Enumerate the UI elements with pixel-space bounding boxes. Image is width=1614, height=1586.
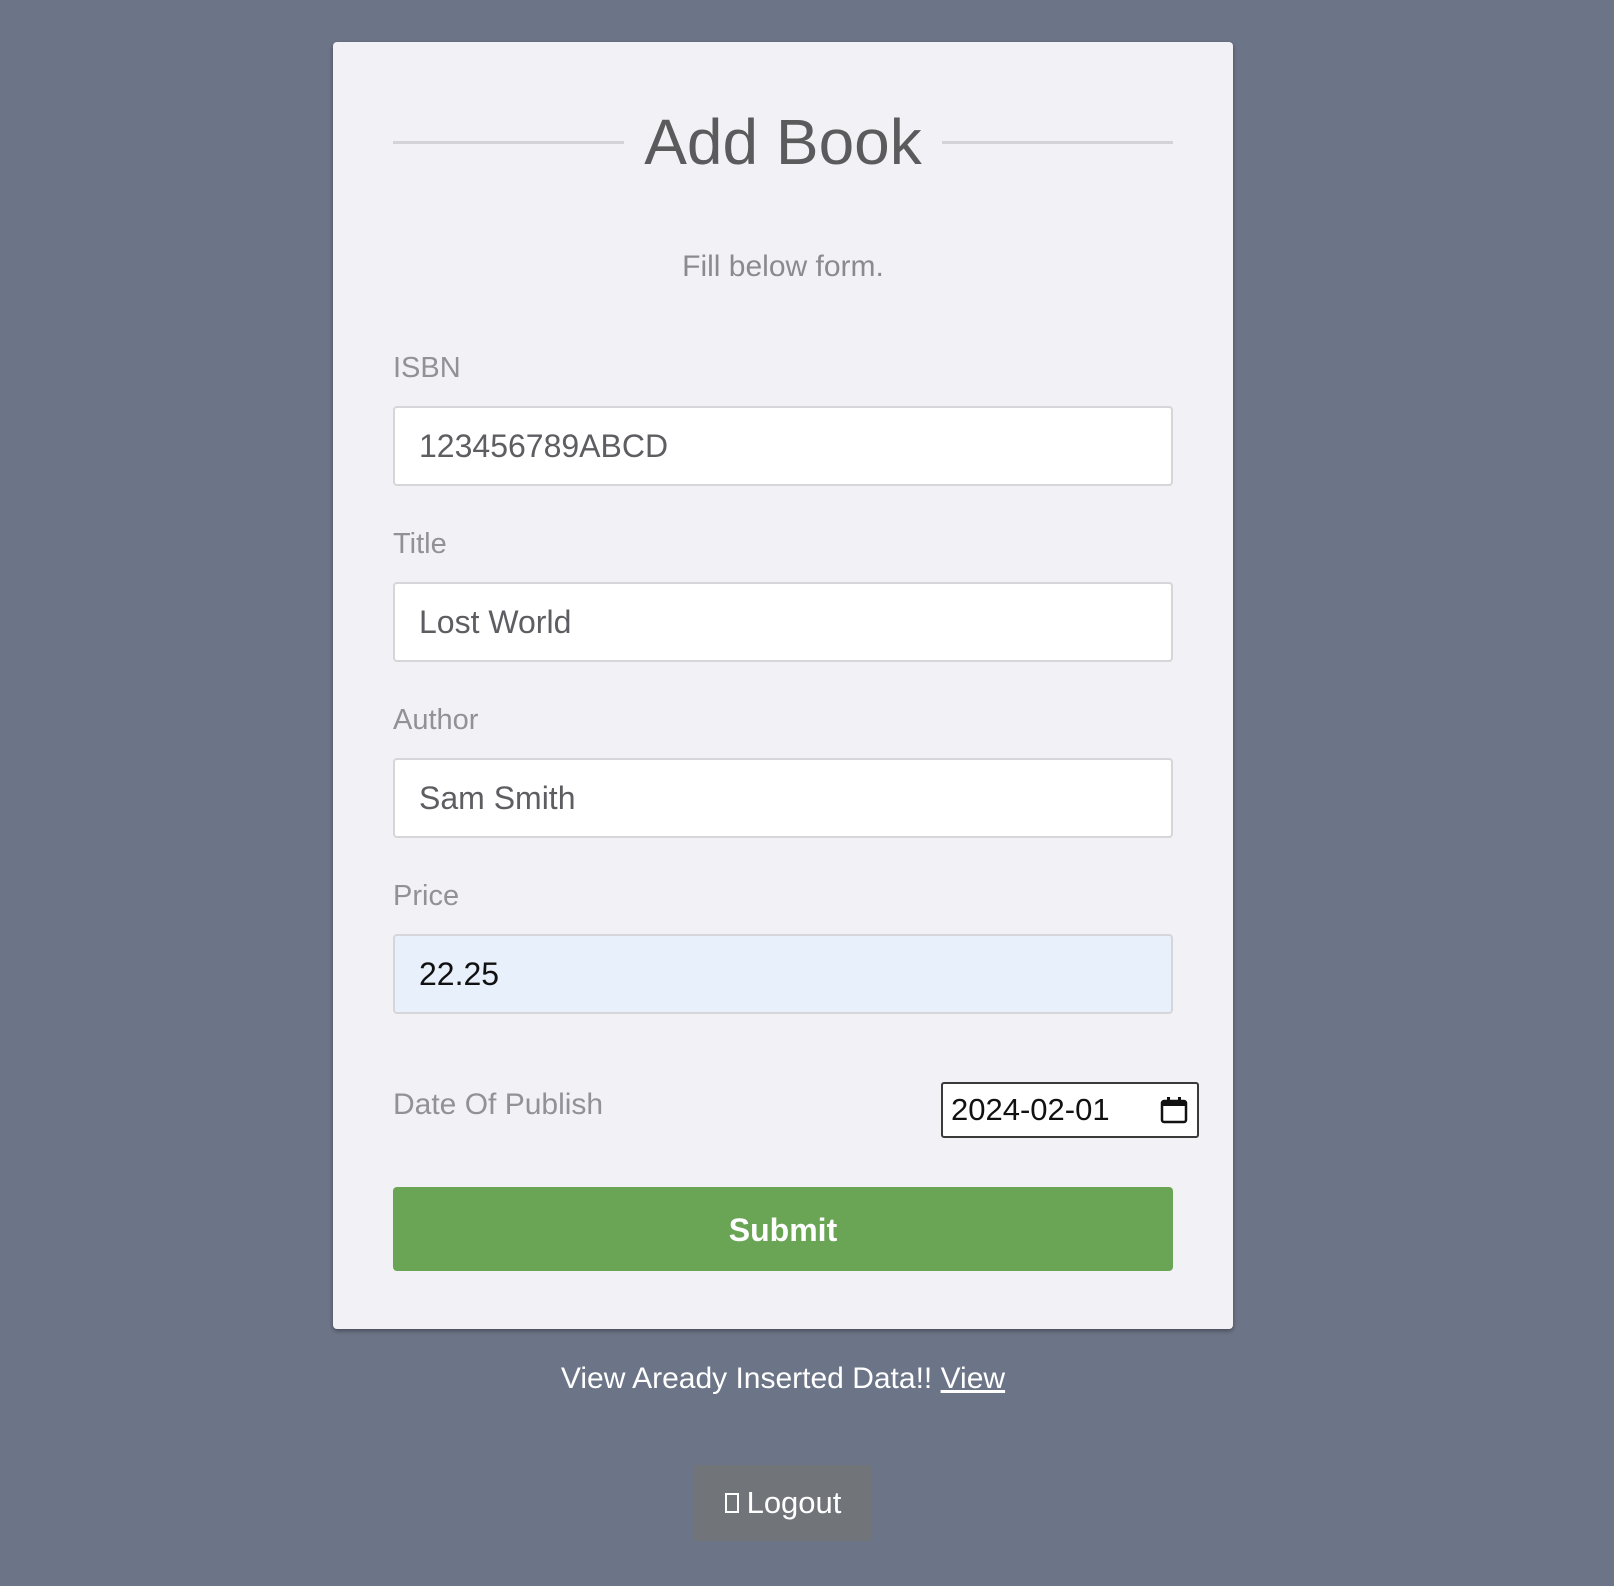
logout-button[interactable]: Logout <box>694 1465 872 1541</box>
price-input[interactable] <box>393 934 1173 1014</box>
date-of-publish-input[interactable]: 2024-02-01 <box>941 1082 1199 1138</box>
view-data-text: View Aready Inserted Data!! <box>560 1362 933 1395</box>
submit-button[interactable]: Submit <box>393 1187 1173 1271</box>
title-input[interactable] <box>393 582 1173 662</box>
author-label: Author <box>393 704 479 736</box>
view-data-prompt: View Aready Inserted Data!! View <box>333 1362 1233 1396</box>
view-link[interactable]: View <box>941 1362 1005 1395</box>
logout-label: Logout <box>746 1485 842 1520</box>
isbn-label: ISBN <box>393 352 461 384</box>
date-of-publish-label: Date Of Publish <box>393 1088 604 1121</box>
price-label: Price <box>393 880 460 912</box>
logout-icon <box>724 1493 739 1513</box>
form-subtitle: Fill below form. <box>682 250 884 283</box>
heading-divider-left <box>393 140 625 144</box>
isbn-input[interactable] <box>393 406 1173 486</box>
calendar-icon[interactable] <box>1159 1095 1189 1125</box>
title-label: Title <box>393 528 447 560</box>
page-title: Add Book <box>644 106 922 178</box>
date-value: 2024-02-01 <box>951 1092 1110 1127</box>
heading-row: Add Book <box>393 102 1173 182</box>
add-book-card: Add Book Fill below form. ISBN Title Aut… <box>333 42 1233 1329</box>
heading-divider-right <box>941 140 1173 144</box>
author-input[interactable] <box>393 758 1173 838</box>
